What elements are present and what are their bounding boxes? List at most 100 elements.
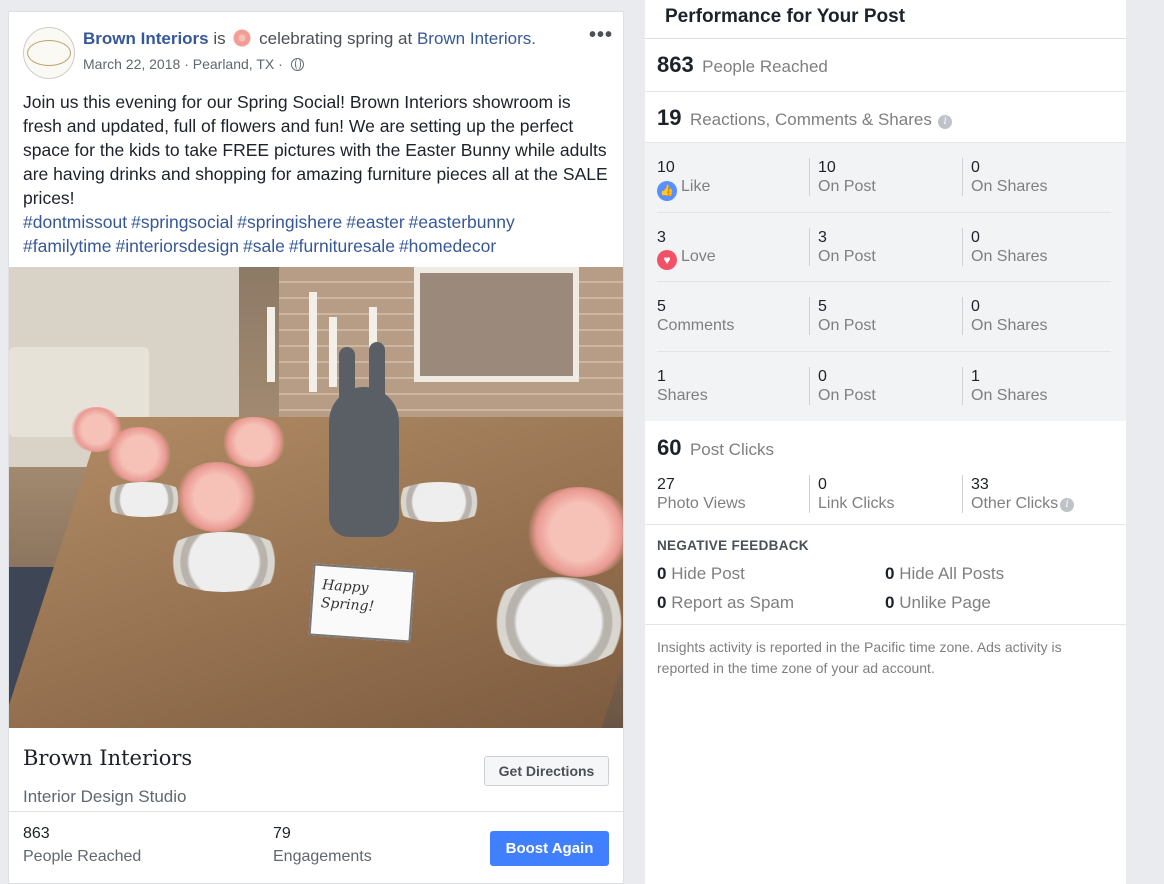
info-icon[interactable]: i xyxy=(938,115,953,129)
photo-views-label: Photo Views xyxy=(657,495,746,512)
photo-flowers xyxy=(174,462,259,532)
reactions-total-value: 19 xyxy=(657,105,682,130)
globe-icon[interactable] xyxy=(290,58,304,71)
people-reached-label: People Reached xyxy=(702,57,828,76)
hide-post-value: 0 xyxy=(657,564,667,583)
other-clicks-label: Other Clicks xyxy=(971,495,1059,512)
shares-on-post-value: 0 xyxy=(818,367,827,385)
shares-cell: 1 Shares xyxy=(657,367,708,405)
photo-views-cell: 27 Photo Views xyxy=(657,475,746,513)
hashtag-link[interactable]: #springishere xyxy=(237,212,342,232)
link-clicks-label: Link Clicks xyxy=(818,495,895,512)
shares-on-post-cell: 0 On Post xyxy=(809,366,876,405)
post-photo[interactable]: Happy Spring! xyxy=(9,267,623,728)
comments-on-post-value: 5 xyxy=(818,298,827,315)
boost-again-button[interactable]: Boost Again xyxy=(490,831,609,866)
hashtag-link[interactable]: #easterbunny xyxy=(409,212,515,232)
like-cell: 10 👍 Like xyxy=(657,158,710,201)
people-reached-row: 863 People Reached xyxy=(645,39,1126,92)
hashtag-link[interactable]: #easter xyxy=(346,212,404,232)
link-clicks-cell: 0 Link Clicks xyxy=(809,475,894,513)
post-clicks-section: 60 Post Clicks 27 Photo Views 0 Link Click… xyxy=(645,421,1126,525)
love-on-shares-cell: 0 On Shares xyxy=(962,227,1048,266)
location-page-link[interactable]: Brown Interiors. xyxy=(417,29,536,48)
other-clicks-value: 33 xyxy=(971,476,989,493)
on-shares-label: On Shares xyxy=(971,247,1048,265)
info-icon[interactable]: i xyxy=(1060,498,1075,512)
report-spam-stat: 0 Report as Spam xyxy=(657,593,794,613)
negative-feedback-title: NEGATIVE FEEDBACK xyxy=(657,538,809,553)
unlike-label: Unlike Page xyxy=(899,593,991,612)
hide-post-stat: 0 Hide Post xyxy=(657,564,745,584)
reactions-summary-row: 19 Reactions, Comments & Shares i xyxy=(645,92,1126,143)
shares-label: Shares xyxy=(657,386,708,404)
on-post-label: On Post xyxy=(818,247,876,265)
photo-views-value: 27 xyxy=(657,476,675,493)
reactions-total-label: Reactions, Comments & Shares xyxy=(689,110,932,129)
hashtag-link[interactable]: #interiorsdesign xyxy=(116,236,240,256)
love-count: 3 xyxy=(657,228,666,246)
post-card: Brown Interiors is celebrating spring at… xyxy=(8,11,624,884)
page-name-link[interactable]: Brown Interiors xyxy=(83,29,209,48)
love-label: Love xyxy=(681,247,716,265)
card-page-category: Interior Design Studio xyxy=(23,787,187,806)
like-on-post-value: 10 xyxy=(818,159,836,176)
like-count: 10 xyxy=(657,159,675,176)
is-text: is xyxy=(213,29,226,48)
engagements-value: 79 xyxy=(273,825,291,842)
photo-plate xyxy=(159,532,289,592)
post-stats: 863 People Reached 79 Engagements Boost … xyxy=(9,812,623,883)
like-on-shares-cell: 0 On Shares xyxy=(962,158,1047,196)
on-shares-label: On Shares xyxy=(971,178,1048,195)
unlike-value: 0 xyxy=(885,593,895,612)
post-date[interactable]: March 22, 2018 xyxy=(83,56,180,72)
photo-candle xyxy=(309,292,317,392)
hashtag-link[interactable]: #homedecor xyxy=(399,236,496,256)
like-on-shares-value: 0 xyxy=(971,159,980,176)
hide-all-posts-stat: 0 Hide All Posts xyxy=(885,564,1004,584)
love-icon: ♥ xyxy=(657,249,677,270)
shares-on-shares-cell: 1 On Shares xyxy=(962,366,1047,405)
hashtag-link[interactable]: #furnituresale xyxy=(289,236,395,256)
get-directions-button[interactable]: Get Directions xyxy=(484,756,609,786)
hashtags: #dontmissout #springsocial #springishere #e… xyxy=(23,210,609,258)
negative-feedback-section: NEGATIVE FEEDBACK 0 Hide Post 0 Hide All… xyxy=(645,525,1126,625)
hashtag-link[interactable]: #springsocial xyxy=(131,212,233,232)
card-page-name[interactable]: Brown Interiors xyxy=(23,746,192,770)
comments-on-shares-cell: 0 On Shares xyxy=(962,297,1047,335)
love-cell: 3 ♥ Love xyxy=(657,228,716,270)
hashtag-link[interactable]: #familytime xyxy=(23,236,112,256)
reaction-row-shares: 1 Shares 0 On Post 1 On Shares xyxy=(657,352,1111,422)
photo-sign: Happy Spring! xyxy=(308,563,416,643)
hashtag-link[interactable]: #dontmissout xyxy=(23,212,127,232)
page-info-card: Brown Interiors Interior Design Studio G… xyxy=(9,728,623,812)
logo-icon xyxy=(27,40,71,66)
post-place[interactable]: Pearland, TX xyxy=(193,56,274,72)
photo-plate xyxy=(484,577,623,667)
photo-candle xyxy=(329,317,337,387)
insights-title: Performance for Your Post xyxy=(645,0,1126,39)
photo-flowers xyxy=(104,427,174,482)
photo-flowers xyxy=(219,417,289,467)
hashtag-link[interactable]: #sale xyxy=(243,236,285,256)
love-on-post-cell: 3 On Post xyxy=(809,227,876,266)
feeling-text: celebrating spring at xyxy=(259,29,413,48)
link-clicks-value: 0 xyxy=(818,476,827,493)
love-on-post-value: 3 xyxy=(818,228,827,246)
spam-label: Report as Spam xyxy=(671,593,795,612)
comments-count: 5 xyxy=(657,298,666,315)
hide-all-label: Hide All Posts xyxy=(899,564,1005,583)
reaction-row-love: 3 ♥ Love 3 On Post 0 On Shares xyxy=(657,213,1111,282)
comments-label: Comments xyxy=(657,317,735,334)
post-clicks-breakdown: 27 Photo Views 0 Link Clicks 33 Other Click… xyxy=(657,475,1097,515)
photo-mirror xyxy=(414,267,579,382)
photo-flowers xyxy=(524,487,623,577)
more-options-icon[interactable]: ••• xyxy=(589,24,613,47)
meta-separator: · xyxy=(278,56,283,72)
photo-plate xyxy=(389,482,489,522)
photo-candle xyxy=(267,307,275,382)
page-avatar[interactable] xyxy=(23,27,75,79)
post-clicks-value: 60 xyxy=(657,435,682,460)
engagements-label: Engagements xyxy=(273,848,372,865)
post-header: Brown Interiors is celebrating spring at… xyxy=(9,12,623,86)
